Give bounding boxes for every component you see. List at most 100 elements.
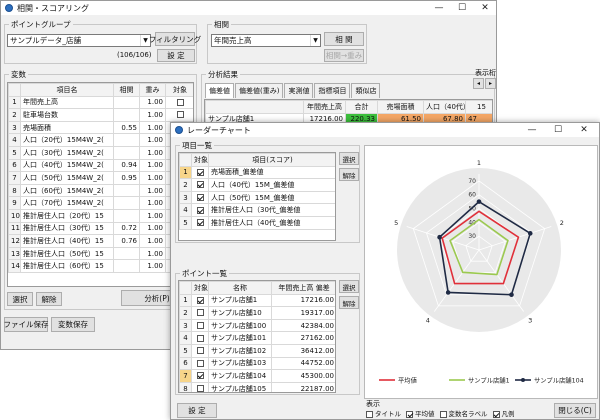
point-checkbox[interactable] (196, 322, 204, 330)
decrease-digits-icon[interactable]: ◂ (473, 78, 484, 89)
display-option-checkbox[interactable] (406, 410, 413, 418)
minimize-button[interactable]: — (428, 1, 450, 15)
item-checkbox[interactable] (196, 181, 204, 189)
tab-weighted-deviation[interactable]: 偏差値(重み) (235, 83, 284, 98)
col-target[interactable]: 対象 (191, 281, 209, 295)
table-row[interactable]: 13 推計居住人口（50代）15 1.00 (8, 246, 193, 261)
col-weight[interactable]: 重み (139, 83, 166, 97)
table-row[interactable]: 10 推計居住人口（20代）15 1.00 (8, 208, 193, 223)
col-extra[interactable]: 15 (465, 100, 492, 114)
points-release-button[interactable]: 解除 (339, 296, 359, 309)
table-row[interactable]: 11 推計居住人口（30代）15 0.72 1.00 (8, 221, 193, 236)
col-target[interactable]: 対象 (165, 83, 193, 97)
table-row[interactable]: 4 人口（20代）15M4W_2(1.00 (8, 133, 193, 147)
point-checkbox[interactable] (196, 334, 204, 342)
col-pop-40s[interactable]: 人口（40代）15M4W_2( (423, 100, 466, 114)
point-checkbox[interactable] (196, 372, 204, 380)
table-row[interactable]: 3 売場面積 0.55 1.00 (8, 120, 193, 135)
table-row[interactable]: 8 人口（60代）15M4W_2(1.00 (8, 183, 193, 198)
col-item-score[interactable]: 項目(スコア) (208, 153, 335, 167)
list-item[interactable]: 2 サンプル店舗10 19317.00 (179, 306, 335, 320)
variable-weight[interactable]: 1.00 (139, 259, 166, 273)
point-checkbox[interactable] (196, 309, 204, 317)
list-item[interactable]: 1 売場面積_偏差値 (179, 165, 335, 180)
variable-weight[interactable]: 1.00 (139, 145, 166, 160)
display-option-checkbox[interactable] (366, 410, 373, 418)
variable-weight[interactable]: 1.00 (139, 234, 166, 248)
variable-weight[interactable]: 1.00 (139, 196, 166, 210)
table-row[interactable]: 14 推計居住人口（60代）15 1.00 (8, 259, 193, 273)
col-correlation[interactable]: 相関 (113, 83, 140, 97)
col-name[interactable]: 名称 (208, 281, 272, 295)
list-item[interactable]: 5 サンプル店舗102 36412.00 (179, 343, 335, 358)
correlation-select[interactable]: 年間売上高 ▼ (211, 34, 321, 47)
items-release-button[interactable]: 解除 (339, 168, 359, 181)
item-checkbox[interactable] (196, 219, 204, 227)
item-checkbox[interactable] (196, 168, 204, 176)
target-checkbox[interactable] (176, 98, 184, 106)
list-item[interactable]: 4 推計居住人口（30代_偏差値 (179, 203, 335, 217)
variable-weight[interactable]: 1.00 (139, 108, 166, 122)
display-option[interactable]: 凡例 (492, 408, 515, 418)
close-button[interactable]: ✕ (573, 123, 595, 137)
list-item[interactable]: 1 サンプル店舗1 17216.00 (179, 293, 335, 308)
list-item[interactable]: 6 サンプル店舗103 44752.00 (179, 356, 335, 371)
display-option-checkbox[interactable] (439, 410, 447, 418)
maximize-button[interactable]: ☐ (451, 1, 473, 15)
variable-weight[interactable]: 1.00 (139, 158, 166, 173)
radar-setting-button[interactable]: 設 定 (177, 403, 217, 418)
point-checkbox[interactable] (196, 385, 204, 392)
correlation-to-weight-button[interactable]: 相関→重み (324, 49, 364, 62)
variable-save-button[interactable]: 変数保存 (51, 317, 95, 332)
col-annual-sales[interactable]: 年間売上高 (303, 100, 346, 114)
display-option[interactable]: 平均値 (406, 408, 435, 418)
point-group-select[interactable]: サンプルデータ_店舗 ▼ (7, 34, 151, 47)
variable-weight[interactable]: 1.00 (139, 120, 166, 135)
col-floor-area[interactable]: 売場面積 (377, 100, 424, 114)
col-annual-sales[interactable]: 年間売上高 偏差 (271, 281, 335, 295)
variable-weight[interactable]: 1.00 (139, 221, 166, 236)
col-item-name[interactable]: 項目名 (20, 83, 114, 97)
select-button[interactable]: 選択 (7, 292, 33, 306)
tab-deviation[interactable]: 偏差値 (205, 83, 234, 98)
list-item[interactable]: 5 推計居住人口（40代_偏差値 (179, 215, 335, 230)
release-button[interactable]: 解除 (36, 292, 62, 306)
point-checkbox[interactable] (196, 347, 204, 355)
list-item[interactable]: 3 人口（50代）15M_偏差値 (179, 190, 335, 205)
table-row[interactable]: 5 人口（30代）15M4W_2(1.00 (8, 145, 193, 160)
target-checkbox[interactable] (176, 111, 184, 119)
table-row[interactable]: 7 人口（50代）15M4W_2(0.95 1.00 (8, 171, 193, 185)
point-checkbox[interactable] (196, 296, 204, 304)
display-option[interactable]: タイトル (366, 408, 401, 418)
increase-digits-icon[interactable]: ▸ (485, 78, 496, 89)
col-target[interactable]: 対象 (191, 153, 209, 167)
points-select-button[interactable]: 選択 (339, 280, 359, 293)
table-row[interactable]: 2 駐車場台数 1.00 (8, 108, 193, 122)
setting-button[interactable]: 設 定 (157, 49, 195, 62)
display-option-checkbox[interactable] (492, 410, 500, 418)
tab-measured[interactable]: 実測値 (284, 83, 314, 98)
close-dialog-button[interactable]: 閉じる(C) (554, 403, 596, 418)
item-checkbox[interactable] (196, 194, 204, 202)
tab-index-items[interactable]: 指標項目 (314, 83, 351, 98)
close-button[interactable]: ✕ (474, 1, 496, 15)
col-total[interactable]: 合計 (345, 100, 378, 114)
display-option[interactable]: 変数名ラベル (439, 408, 488, 418)
table-row[interactable]: 6 人口（40代）15M4W_2(0.94 1.00 (8, 158, 193, 173)
minimize-button[interactable]: — (521, 123, 543, 137)
list-item[interactable]: 8 サンプル店舗105 22187.00 (179, 381, 335, 392)
variable-weight[interactable]: 1.00 (139, 208, 166, 223)
tab-similar-stores[interactable]: 類似店 (351, 83, 381, 98)
items-select-button[interactable]: 選択 (339, 152, 359, 165)
file-save-button[interactable]: ファイル保存 (4, 317, 49, 332)
maximize-button[interactable]: ☐ (547, 123, 569, 137)
variable-weight[interactable]: 1.00 (139, 95, 166, 110)
list-item[interactable]: 4 サンプル店舗101 27162.00 (179, 331, 335, 345)
point-checkbox[interactable] (196, 359, 204, 367)
variable-weight[interactable]: 1.00 (139, 133, 166, 147)
table-row[interactable]: 1 年間売上高 1.00 (8, 95, 193, 110)
variable-weight[interactable]: 1.00 (139, 183, 166, 198)
variable-weight[interactable]: 1.00 (139, 246, 166, 261)
filter-button[interactable]: フィルタリング (149, 32, 201, 46)
table-row[interactable]: 12 推計居住人口（40代）15 0.76 1.00 (8, 234, 193, 248)
